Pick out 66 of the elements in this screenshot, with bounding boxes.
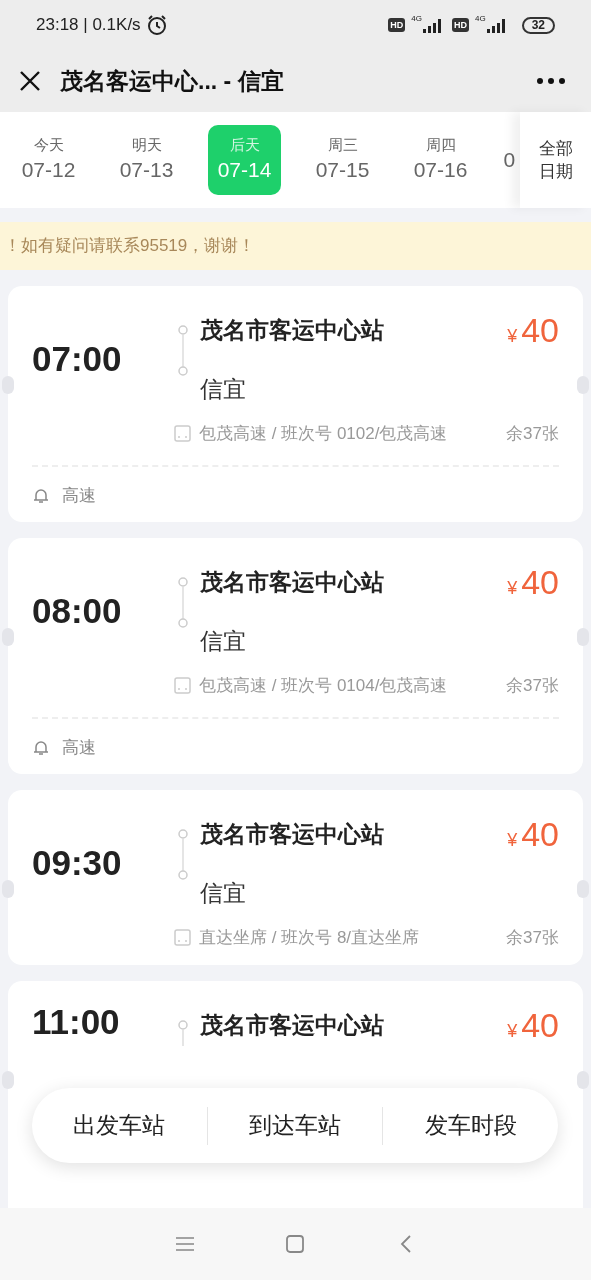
trip-note: 高速	[62, 484, 96, 507]
origin-station: 茂名市客运中心站	[200, 316, 384, 345]
origin-station: 茂名市客运中心站	[200, 568, 384, 597]
trip-note: 高速	[62, 736, 96, 759]
route-line	[178, 829, 188, 880]
trip-info: 直达坐席 / 班次号 8/直达坐席	[199, 927, 421, 949]
route-line	[178, 577, 188, 628]
destination-station: 信宜	[200, 375, 246, 404]
status-time: 23:18 | 0.1K/s	[36, 14, 141, 37]
bus-icon	[174, 425, 191, 443]
date-tab[interactable]: 周四 07-16	[404, 125, 477, 195]
ticket-notch	[2, 628, 14, 646]
hd-badge: HD	[388, 18, 406, 32]
ticket-notch	[2, 1070, 14, 1089]
departure-time: 08:00	[32, 590, 122, 633]
trip-info: 包茂高速 / 班次号 0102/包茂高速	[199, 423, 449, 445]
filter-tab[interactable]: 到达车站	[207, 1088, 383, 1163]
signal-icon	[485, 17, 508, 33]
hd-badge: HD	[451, 18, 469, 32]
trip-info: 包茂高速 / 班次号 0104/包茂高速	[199, 675, 449, 697]
date-tab[interactable]: 明天 07-13	[110, 125, 183, 195]
date-tab[interactable]: 0	[503, 125, 518, 195]
ticket-price: ¥40	[507, 1004, 559, 1046]
bell-icon	[32, 486, 50, 505]
ticket-notch	[577, 376, 589, 394]
alarm-icon	[145, 14, 168, 36]
page-title: 茂名客运中心... - 信宜	[60, 66, 285, 96]
route-line	[178, 1019, 188, 1046]
route-line	[178, 325, 188, 376]
close-button[interactable]	[18, 69, 42, 93]
ticket-notch	[577, 880, 589, 898]
origin-station: 茂名市客运中心站	[200, 1010, 384, 1040]
signal-icon	[421, 17, 444, 33]
date-tab[interactable]: 周三 07-15	[306, 125, 379, 195]
more-icon	[536, 77, 566, 85]
filter-tab[interactable]: 发车时段	[383, 1088, 558, 1163]
filter-tab[interactable]: 出发车站	[32, 1088, 207, 1163]
network-label: 4G	[411, 15, 422, 23]
seats-left: 余37张	[506, 423, 559, 445]
close-icon	[19, 70, 41, 92]
departure-time: 11:00	[32, 1000, 120, 1043]
departure-time: 09:30	[32, 842, 122, 885]
bus-icon	[174, 929, 191, 947]
date-tab[interactable]: 今天 07-12	[12, 125, 85, 195]
ticket-notch	[2, 880, 14, 898]
battery-level: 32	[521, 16, 555, 34]
bell-icon	[32, 738, 50, 757]
ticket-notch	[577, 1070, 589, 1089]
notice-text: ！如有疑问请联系95519，谢谢！	[4, 235, 256, 258]
destination-station: 信宜	[200, 627, 246, 656]
ticket-notch	[577, 628, 589, 646]
network-label: 4G	[474, 15, 486, 23]
ticket-price: ¥40	[507, 814, 559, 855]
back-icon	[399, 1235, 412, 1253]
seats-left: 余37张	[506, 927, 559, 949]
ticket-notch	[2, 376, 14, 394]
menu-icon	[175, 1236, 196, 1252]
destination-station: 信宜	[200, 879, 246, 908]
bus-icon	[174, 677, 191, 695]
home-icon	[286, 1235, 305, 1253]
departure-time: 07:00	[32, 338, 122, 381]
all-dates-button[interactable]: 全部 日期	[520, 112, 591, 208]
ticket-price: ¥40	[507, 310, 559, 351]
seats-left: 余37张	[506, 675, 559, 697]
origin-station: 茂名市客运中心站	[200, 820, 384, 849]
ticket-price: ¥40	[507, 562, 559, 603]
